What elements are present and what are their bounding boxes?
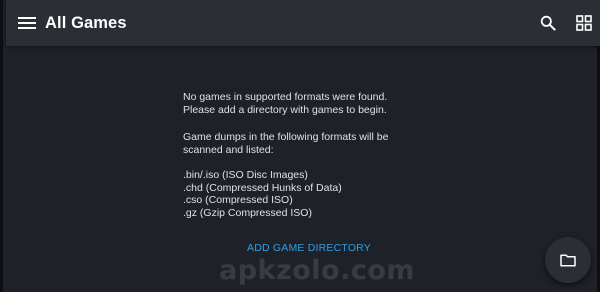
page-title: All Games (45, 14, 127, 32)
grid-view-button[interactable] (572, 11, 596, 35)
empty-message-line: No games in supported formats were found… (183, 91, 388, 103)
search-button[interactable] (536, 11, 560, 35)
format-item: .gz (Gzip Compressed ISO) (183, 206, 312, 219)
format-item: .cso (Compressed ISO) (183, 194, 293, 206)
add-game-directory-button[interactable]: ADD GAME DIRECTORY (247, 242, 371, 256)
app-window: All Games No games in supported formats … (0, 0, 600, 292)
hamburger-menu-icon (18, 17, 36, 29)
grid-view-icon (576, 15, 592, 31)
menu-button[interactable] (15, 11, 39, 35)
formats-intro: Game dumps in the following formats will… (183, 131, 388, 156)
empty-message-line: Please add a directory with games to beg… (183, 103, 387, 116)
watermark-text: apkzolo.com (219, 255, 416, 286)
formats-list: .bin/.iso (ISO Disc Images) .chd (Compre… (183, 169, 342, 219)
add-folder-fab[interactable] (545, 237, 591, 283)
app-bar: All Games (6, 0, 600, 46)
folder-icon (560, 254, 576, 267)
empty-message: No games in supported formats were found… (183, 91, 387, 116)
formats-intro-line: Game dumps in the following formats will… (183, 131, 389, 143)
formats-intro-line: scanned and listed: (183, 143, 274, 156)
format-item: .chd (Compressed Hunks of Data) (183, 181, 342, 194)
search-icon (540, 15, 556, 31)
format-item: .bin/.iso (ISO Disc Images) (183, 169, 308, 181)
